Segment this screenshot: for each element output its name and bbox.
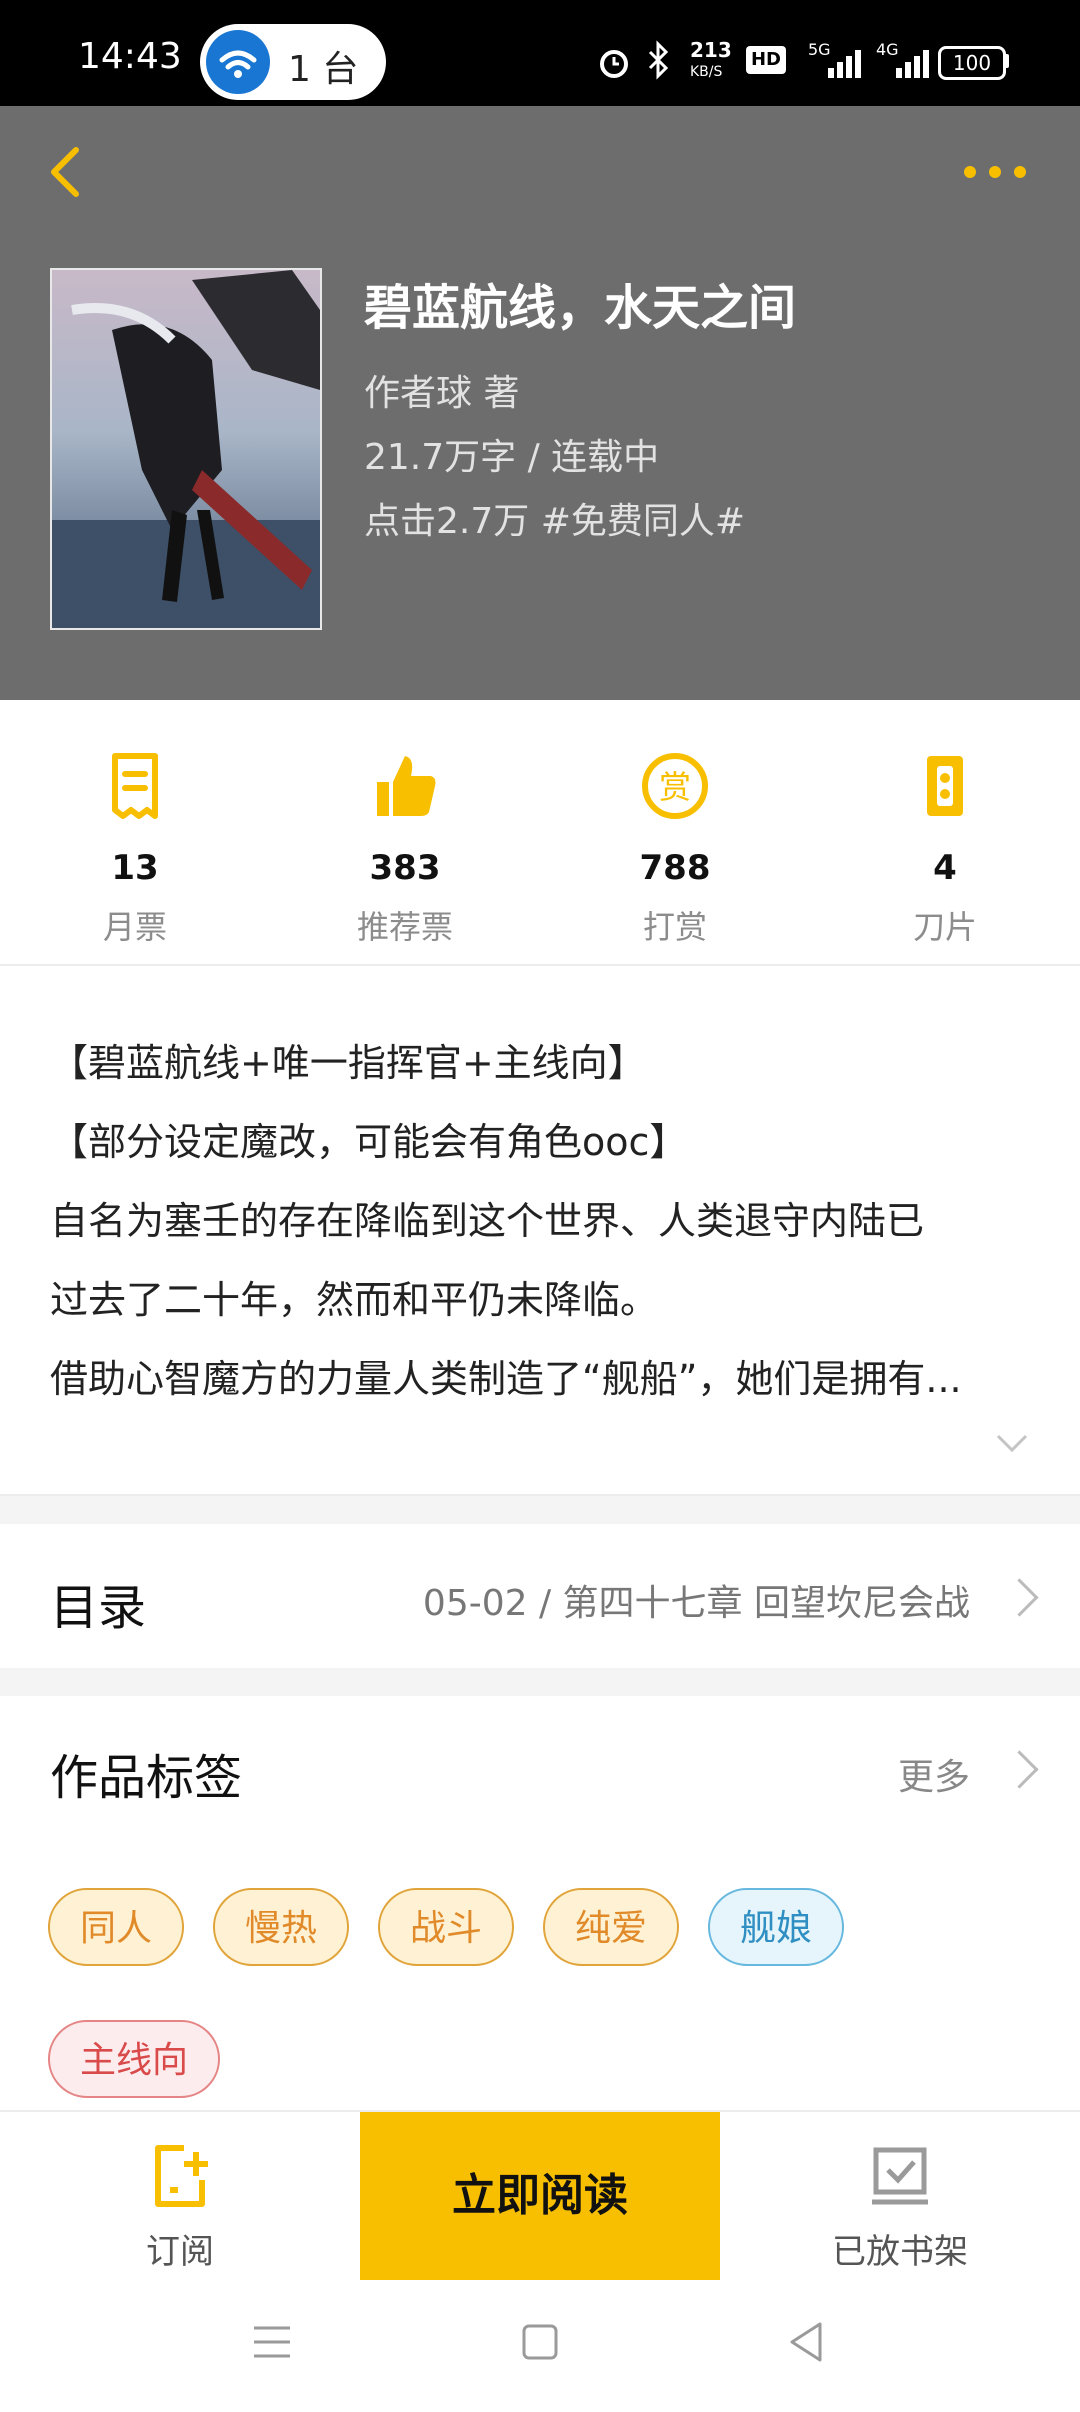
read-now-button[interactable]: 立即阅读 [360, 2112, 720, 2280]
wifi-hotspot-icon [206, 30, 270, 94]
tag-chip[interactable]: 舰娘 [708, 1888, 845, 1966]
description-line: 【部分设定魔改，可能会有角色ooc】 [50, 1120, 688, 1164]
section-divider [0, 1494, 1080, 1496]
description-line: 自名为塞壬的存在降临到这个世界、人类退守内陆已 [50, 1199, 925, 1243]
reward-icon: 赏 [642, 753, 708, 819]
section-gap [0, 1494, 1080, 1524]
monthly-ticket-icon [112, 753, 158, 819]
signal-4g-icon [896, 50, 929, 78]
latest-chapter: 05-02 / 第四十七章 回望坎尼会战 [422, 1583, 970, 1624]
status-time: 14:43 [78, 36, 182, 77]
stat-blade[interactable]: 4 刀片 [845, 750, 1045, 948]
description-line: 过去了二十年，然而和平仍未降临。 [50, 1278, 659, 1322]
bookshelf-label: 已放书架 [832, 2232, 968, 2272]
toc-title: 目录 [50, 1580, 147, 1636]
stat-recommend-ticket[interactable]: 383 推荐票 [305, 750, 505, 948]
stat-reward[interactable]: 赏 788 打赏 [575, 750, 775, 948]
subscribe-icon [155, 2145, 208, 2207]
book-author: 作者球 著 [364, 373, 520, 414]
battery-icon: 100 [938, 46, 1006, 80]
battery-level: 100 [952, 51, 992, 75]
home-icon[interactable] [520, 2322, 560, 2362]
tag-chip[interactable]: 战斗 [378, 1888, 515, 1966]
hd-voice-badge: HD [746, 46, 786, 74]
tags-section-title: 作品标签 [50, 1750, 243, 1806]
subscribe-button[interactable]: 订阅 [80, 2130, 280, 2272]
reward-glyph: 赏 [659, 768, 691, 806]
book-clicks-tags: 点击2.7万 #免费同人# [364, 501, 746, 542]
menu-icon[interactable] [250, 2322, 294, 2362]
stat-label: 月票 [102, 908, 167, 946]
expand-chevron-down-icon[interactable] [994, 1432, 1030, 1454]
stat-label: 推荐票 [356, 908, 453, 946]
hotspot-device-count: 1 台 [288, 49, 359, 90]
bluetooth-icon [648, 40, 669, 80]
back-triangle-icon[interactable] [786, 2320, 826, 2364]
blade-icon [927, 756, 963, 816]
book-title: 碧蓝航线，水天之间 [364, 280, 797, 336]
stat-value: 13 [111, 848, 159, 888]
description-line: 【碧蓝航线+唯一指挥官+主线向】 [50, 1041, 646, 1085]
book-cover[interactable] [50, 268, 322, 630]
section-gap [0, 1668, 1080, 1696]
more-options-icon[interactable] [960, 160, 1030, 184]
tags-more-label: 更多 [897, 1757, 970, 1798]
back-arrow-icon[interactable] [46, 144, 86, 200]
book-word-status: 21.7万字 / 连载中 [364, 437, 660, 478]
bookshelf-button[interactable]: 已放书架 [800, 2130, 1000, 2272]
alarm-icon [600, 50, 628, 78]
stat-value: 788 [639, 848, 711, 888]
net-speed-unit: KB/S [690, 64, 723, 80]
net-speed-value: 213 [690, 38, 732, 62]
stat-value: 4 [933, 848, 957, 888]
thumbs-up-icon [377, 756, 436, 816]
bookshelf-check-icon [872, 2147, 928, 2205]
tag-chip[interactable]: 纯爱 [543, 1888, 680, 1966]
hotspot-indicator[interactable]: 1 台 [200, 24, 386, 100]
battery-cap [1004, 54, 1009, 68]
signal-5g-icon [828, 50, 861, 78]
stat-label: 刀片 [912, 908, 977, 946]
system-nav-bar [0, 2280, 1080, 2412]
stat-label: 打赏 [642, 908, 707, 946]
tag-chip[interactable]: 慢热 [213, 1888, 350, 1966]
book-description[interactable]: 【碧蓝航线+唯一指挥官+主线向】 【部分设定魔改，可能会有角色ooc】 自名为塞… [0, 966, 1080, 1494]
stat-monthly-ticket[interactable]: 13 月票 [35, 750, 235, 948]
stat-value: 383 [369, 848, 441, 888]
tag-chip[interactable]: 主线向 [48, 2020, 221, 2098]
tag-chip[interactable]: 同人 [48, 1888, 185, 1966]
status-bar: 14:43 1 台 213 KB/S HD 5G 4G 100 [0, 0, 1080, 106]
description-line: 借助心智魔方的力量人类制造了“舰船”，她们是拥有... [50, 1357, 962, 1401]
subscribe-label: 订阅 [146, 2232, 214, 2272]
